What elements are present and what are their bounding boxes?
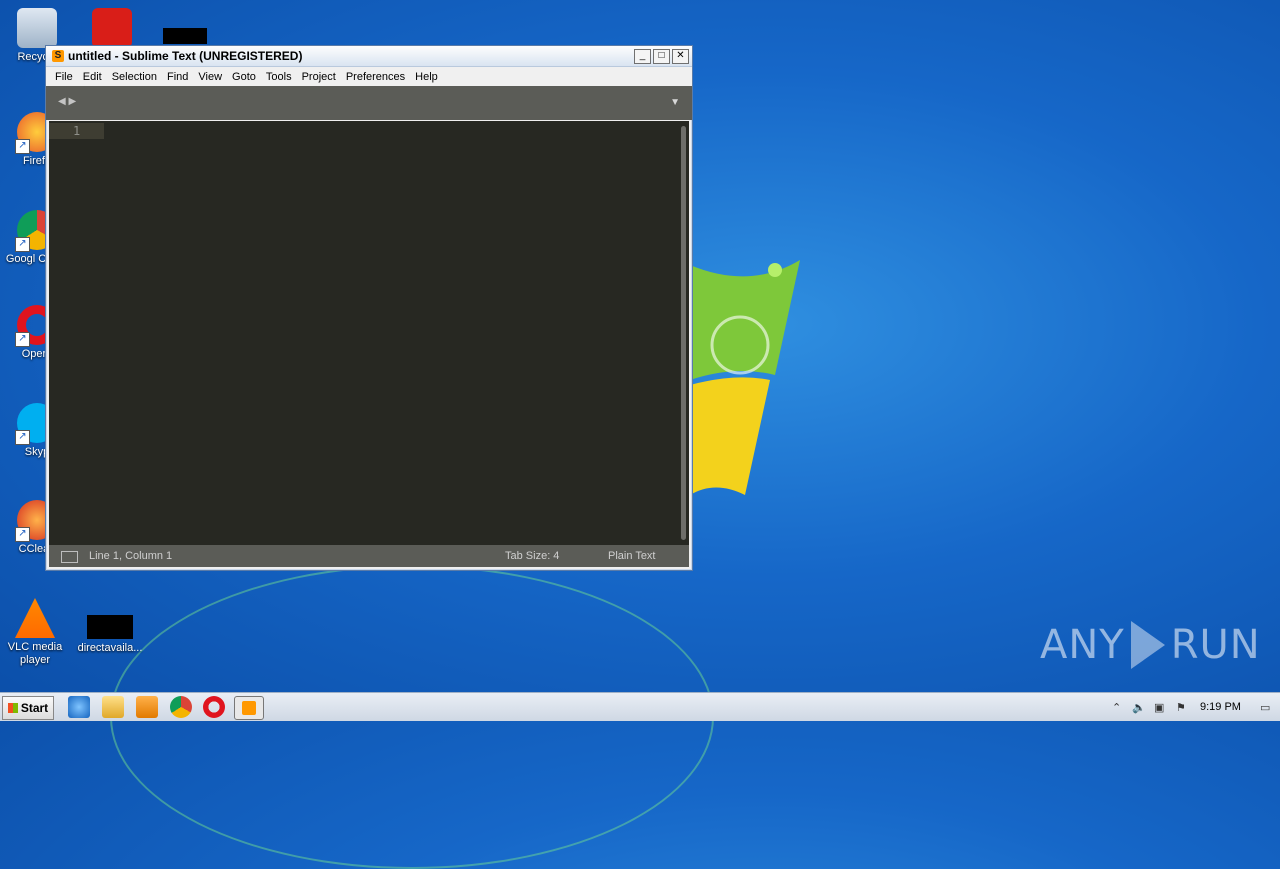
recycle-bin-icon [17, 8, 57, 48]
menu-find[interactable]: Find [162, 71, 193, 83]
clock[interactable]: 9:19 PM [1200, 701, 1241, 713]
tab-size[interactable]: Tab Size: 4 [505, 550, 559, 562]
menu-tools[interactable]: Tools [261, 71, 297, 83]
menu-goto[interactable]: Goto [227, 71, 261, 83]
shortcut-arrow-icon: ↗ [15, 430, 30, 445]
sublime-text-icon [242, 701, 256, 715]
shortcut-arrow-icon: ↗ [15, 237, 30, 252]
menu-project[interactable]: Project [297, 71, 341, 83]
acrobat-icon [92, 8, 132, 48]
tab-bar: ◀ ▶ ▼ [46, 86, 692, 120]
maximize-button[interactable]: □ [653, 48, 670, 64]
window-title: untitled - Sublime Text (UNREGISTERED) [68, 49, 303, 63]
chrome-icon[interactable] [170, 696, 192, 718]
black-file-icon [87, 615, 133, 639]
menu-bar: File Edit Selection Find View Goto Tools… [46, 67, 692, 86]
sublime-text-window[interactable]: S untitled - Sublime Text (UNREGISTERED)… [45, 45, 693, 571]
sublime-text-icon: S [52, 50, 64, 62]
close-button[interactable]: ✕ [672, 48, 689, 64]
status-bar: Line 1, Column 1 Tab Size: 4 Plain Text [49, 545, 689, 567]
vlc-icon [15, 598, 55, 638]
taskbar: Start ⌃ 🔈 ▣ ⚑ 9:19 PM ▭ [0, 692, 1280, 721]
menu-view[interactable]: View [193, 71, 227, 83]
show-hidden-icons-icon[interactable]: ⌃ [1112, 701, 1121, 714]
syntax-mode[interactable]: Plain Text [608, 550, 656, 562]
tab-nav-arrows-icon[interactable]: ◀ ▶ [58, 96, 76, 107]
opera-icon[interactable] [203, 696, 225, 718]
system-tray: ⌃ 🔈 ▣ ⚑ 9:19 PM ▭ [1100, 693, 1280, 721]
anyrun-watermark: ANY RUN [1040, 621, 1261, 669]
windows-logo-wallpaper [690, 260, 800, 495]
desktop-icon-vlc[interactable]: VLC media player [0, 598, 70, 667]
black-file-icon [163, 28, 207, 44]
cursor-position: Line 1, Column 1 [89, 550, 173, 562]
explorer-icon[interactable] [102, 696, 124, 718]
menu-edit[interactable]: Edit [78, 71, 107, 83]
desktop-icon-directavaila[interactable]: directavaila... [75, 615, 145, 655]
title-bar[interactable]: S untitled - Sublime Text (UNREGISTERED)… [46, 46, 692, 67]
menu-preferences[interactable]: Preferences [341, 71, 410, 83]
panel-toggle-icon[interactable] [61, 551, 78, 563]
internet-explorer-icon[interactable] [68, 696, 90, 718]
tab-dropdown-icon[interactable]: ▼ [670, 97, 680, 108]
volume-icon[interactable]: 🔈 [1132, 701, 1146, 714]
start-button[interactable]: Start [2, 696, 54, 720]
shortcut-arrow-icon: ↗ [15, 527, 30, 542]
minimize-button[interactable]: _ [634, 48, 651, 64]
play-icon [1130, 621, 1165, 669]
menu-help[interactable]: Help [410, 71, 443, 83]
network-icon[interactable]: ▣ [1154, 701, 1164, 714]
windows-flag-icon [7, 703, 18, 713]
editor-area[interactable]: 1 [49, 121, 689, 546]
media-player-icon[interactable] [136, 696, 158, 718]
scrollbar[interactable] [681, 126, 686, 540]
menu-selection[interactable]: Selection [107, 71, 162, 83]
shortcut-arrow-icon: ↗ [15, 332, 30, 347]
sublime-text-taskbar-button[interactable] [234, 696, 264, 720]
action-center-flag-icon[interactable]: ⚑ [1176, 701, 1186, 714]
shortcut-arrow-icon: ↗ [15, 139, 30, 154]
menu-file[interactable]: File [50, 71, 78, 83]
show-desktop-icon[interactable]: ▭ [1260, 701, 1270, 714]
line-number: 1 [73, 124, 81, 138]
